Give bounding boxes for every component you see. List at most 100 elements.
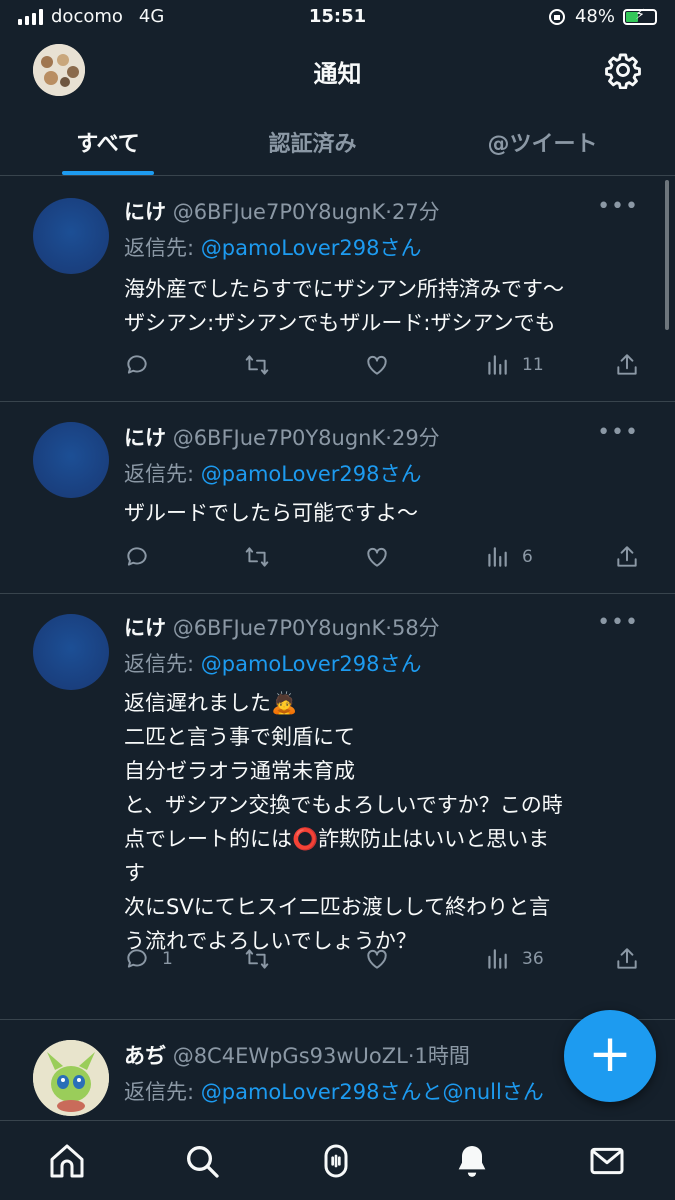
reply-icon [127, 355, 147, 374]
orientation-lock-icon [548, 8, 565, 25]
avatar[interactable] [33, 1040, 109, 1116]
views-count: 6 [522, 547, 533, 567]
share-button[interactable] [614, 544, 640, 570]
tweet-text: ザルードでしたら可能ですよ〜 [124, 496, 644, 530]
display-name[interactable]: にけ [124, 200, 166, 224]
share-button[interactable] [614, 946, 640, 972]
views-icon [488, 355, 507, 375]
share-icon [617, 354, 637, 375]
settings-gear-icon[interactable] [604, 51, 642, 90]
share-icon [617, 546, 637, 567]
bottom-navigation [0, 1120, 675, 1200]
nav-messages[interactable] [587, 1141, 627, 1181]
tweet-line: 二匹と言う事で剣盾にて [124, 725, 355, 749]
tab-all[interactable]: すべて [62, 126, 154, 158]
views-button[interactable]: 11 [484, 352, 544, 378]
avatar[interactable] [33, 614, 109, 690]
retweet-button[interactable] [244, 544, 270, 570]
reply-to-link[interactable]: @pamoLover298さんと@nullさん [201, 1080, 544, 1104]
retweet-button[interactable] [244, 352, 270, 378]
tweet-line: と、ザシアン交換でもよろしいですか？この時 [124, 793, 563, 817]
search-icon [187, 1146, 219, 1178]
like-icon [367, 355, 387, 375]
views-icon [488, 949, 507, 969]
user-handle[interactable]: @8C4EWpGs93wUoZL [173, 1044, 408, 1068]
reply-prefix: 返信先: [124, 236, 201, 260]
tweet-text: 海外産でしたらすでにザシアン所持済みです〜 ザシアン:ザシアンでもザルード:ザシ… [124, 272, 644, 340]
active-tab-indicator [62, 171, 154, 175]
views-button[interactable]: 36 [484, 946, 544, 972]
reply-to-link[interactable]: @pamoLover298さん [201, 236, 422, 260]
nav-search[interactable] [182, 1141, 222, 1181]
notifications-icon [458, 1146, 486, 1177]
tweet-time: 58分 [391, 616, 440, 640]
user-handle[interactable]: @6BFJue7P0Y8ugnK [173, 426, 386, 450]
top-header: 通知 [0, 36, 675, 106]
page-title: 通知 [313, 60, 362, 88]
status-bar: docomo 4G 15:51 48% ⚡ [0, 0, 675, 36]
retweet-icon [245, 355, 269, 375]
notification-tabs: すべて 認証済み @ツイート [0, 110, 675, 176]
tweet-time: 29分 [391, 426, 440, 450]
compose-button[interactable]: + [564, 1010, 656, 1102]
tweet-item[interactable]: にけ @6BFJue7P0Y8ugnK·27分 ••• 返信先: @pamoLo… [0, 176, 675, 402]
nav-home[interactable] [47, 1141, 87, 1181]
notification-feed[interactable]: にけ @6BFJue7P0Y8ugnK·27分 ••• 返信先: @pamoLo… [0, 176, 675, 1120]
feed-scrollbar[interactable] [665, 180, 669, 330]
nav-spaces[interactable] [316, 1141, 356, 1181]
tweet-time: 1時間 [414, 1044, 470, 1068]
tab-mentions[interactable]: @ツイート [470, 126, 615, 158]
compose-plus-icon: + [588, 1024, 632, 1084]
avatar[interactable] [33, 198, 109, 274]
like-button[interactable] [364, 352, 390, 378]
reply-prefix: 返信先: [124, 1080, 201, 1104]
display-name[interactable]: あぢ [124, 1044, 166, 1068]
more-options-icon[interactable]: ••• [597, 194, 639, 219]
reply-icon [127, 949, 147, 968]
tweet-header: にけ @6BFJue7P0Y8ugnK·29分 [124, 426, 440, 450]
tweet-line: 点でレート的には⭕詐欺防止はいいと思いま [124, 827, 550, 851]
retweet-icon [245, 547, 269, 567]
tab-verified[interactable]: 認証済み [245, 126, 380, 158]
tweet-item[interactable]: にけ @6BFJue7P0Y8ugnK·58分 ••• 返信先: @pamoLo… [0, 594, 675, 1020]
tweet-line: す [124, 861, 145, 885]
reply-context: 返信先: @pamoLover298さん [124, 458, 422, 488]
views-count: 11 [522, 355, 544, 375]
reply-button[interactable] [124, 352, 162, 378]
tweet-line: 海外産でしたらすでにザシアン所持済みです〜 [124, 277, 564, 301]
more-options-icon[interactable]: ••• [597, 610, 639, 635]
nav-notifications[interactable] [452, 1141, 492, 1181]
tweet-line: ザルードでしたら可能ですよ〜 [124, 501, 418, 525]
messages-icon [590, 1147, 624, 1175]
like-button[interactable] [364, 946, 390, 972]
tweet-header: あぢ @8C4EWpGs93wUoZL·1時間 [124, 1044, 470, 1068]
tweet-header: にけ @6BFJue7P0Y8ugnK·27分 [124, 200, 440, 224]
like-button[interactable] [364, 544, 390, 570]
reply-button[interactable]: 1 [124, 946, 173, 972]
tweet-text: 返信遅れました🙇 二匹と言う事で剣盾にて 自分ゼラオラ通常未育成 と、ザシアン交… [124, 686, 644, 958]
like-icon [367, 547, 387, 567]
user-handle[interactable]: @6BFJue7P0Y8ugnK [173, 616, 386, 640]
tweet-item[interactable]: にけ @6BFJue7P0Y8ugnK·29分 ••• 返信先: @pamoLo… [0, 402, 675, 594]
tweet-line: 次にSVにてヒスイ二匹お渡しして終わりと言 [124, 895, 551, 919]
avatar[interactable] [33, 422, 109, 498]
reply-prefix: 返信先: [124, 652, 201, 676]
share-button[interactable] [614, 352, 640, 378]
battery-icon: ⚡ [623, 7, 657, 25]
reply-count: 1 [162, 949, 173, 969]
user-handle[interactable]: @6BFJue7P0Y8ugnK [173, 200, 386, 224]
display-name[interactable]: にけ [124, 426, 166, 450]
reply-to-link[interactable]: @pamoLover298さん [201, 462, 422, 486]
reply-prefix: 返信先: [124, 462, 201, 486]
display-name[interactable]: にけ [124, 616, 166, 640]
reply-to-link[interactable]: @pamoLover298さん [201, 652, 422, 676]
battery-group: 48% ⚡ [547, 6, 657, 27]
more-options-icon[interactable]: ••• [597, 420, 639, 445]
tweet-line: 返信遅れました🙇 [124, 691, 298, 715]
retweet-button[interactable] [244, 946, 270, 972]
reply-button[interactable] [124, 544, 162, 570]
views-icon [488, 547, 507, 567]
views-button[interactable]: 6 [484, 544, 533, 570]
reply-context: 返信先: @pamoLover298さんと@nullさん [124, 1076, 544, 1106]
home-icon [50, 1144, 84, 1178]
